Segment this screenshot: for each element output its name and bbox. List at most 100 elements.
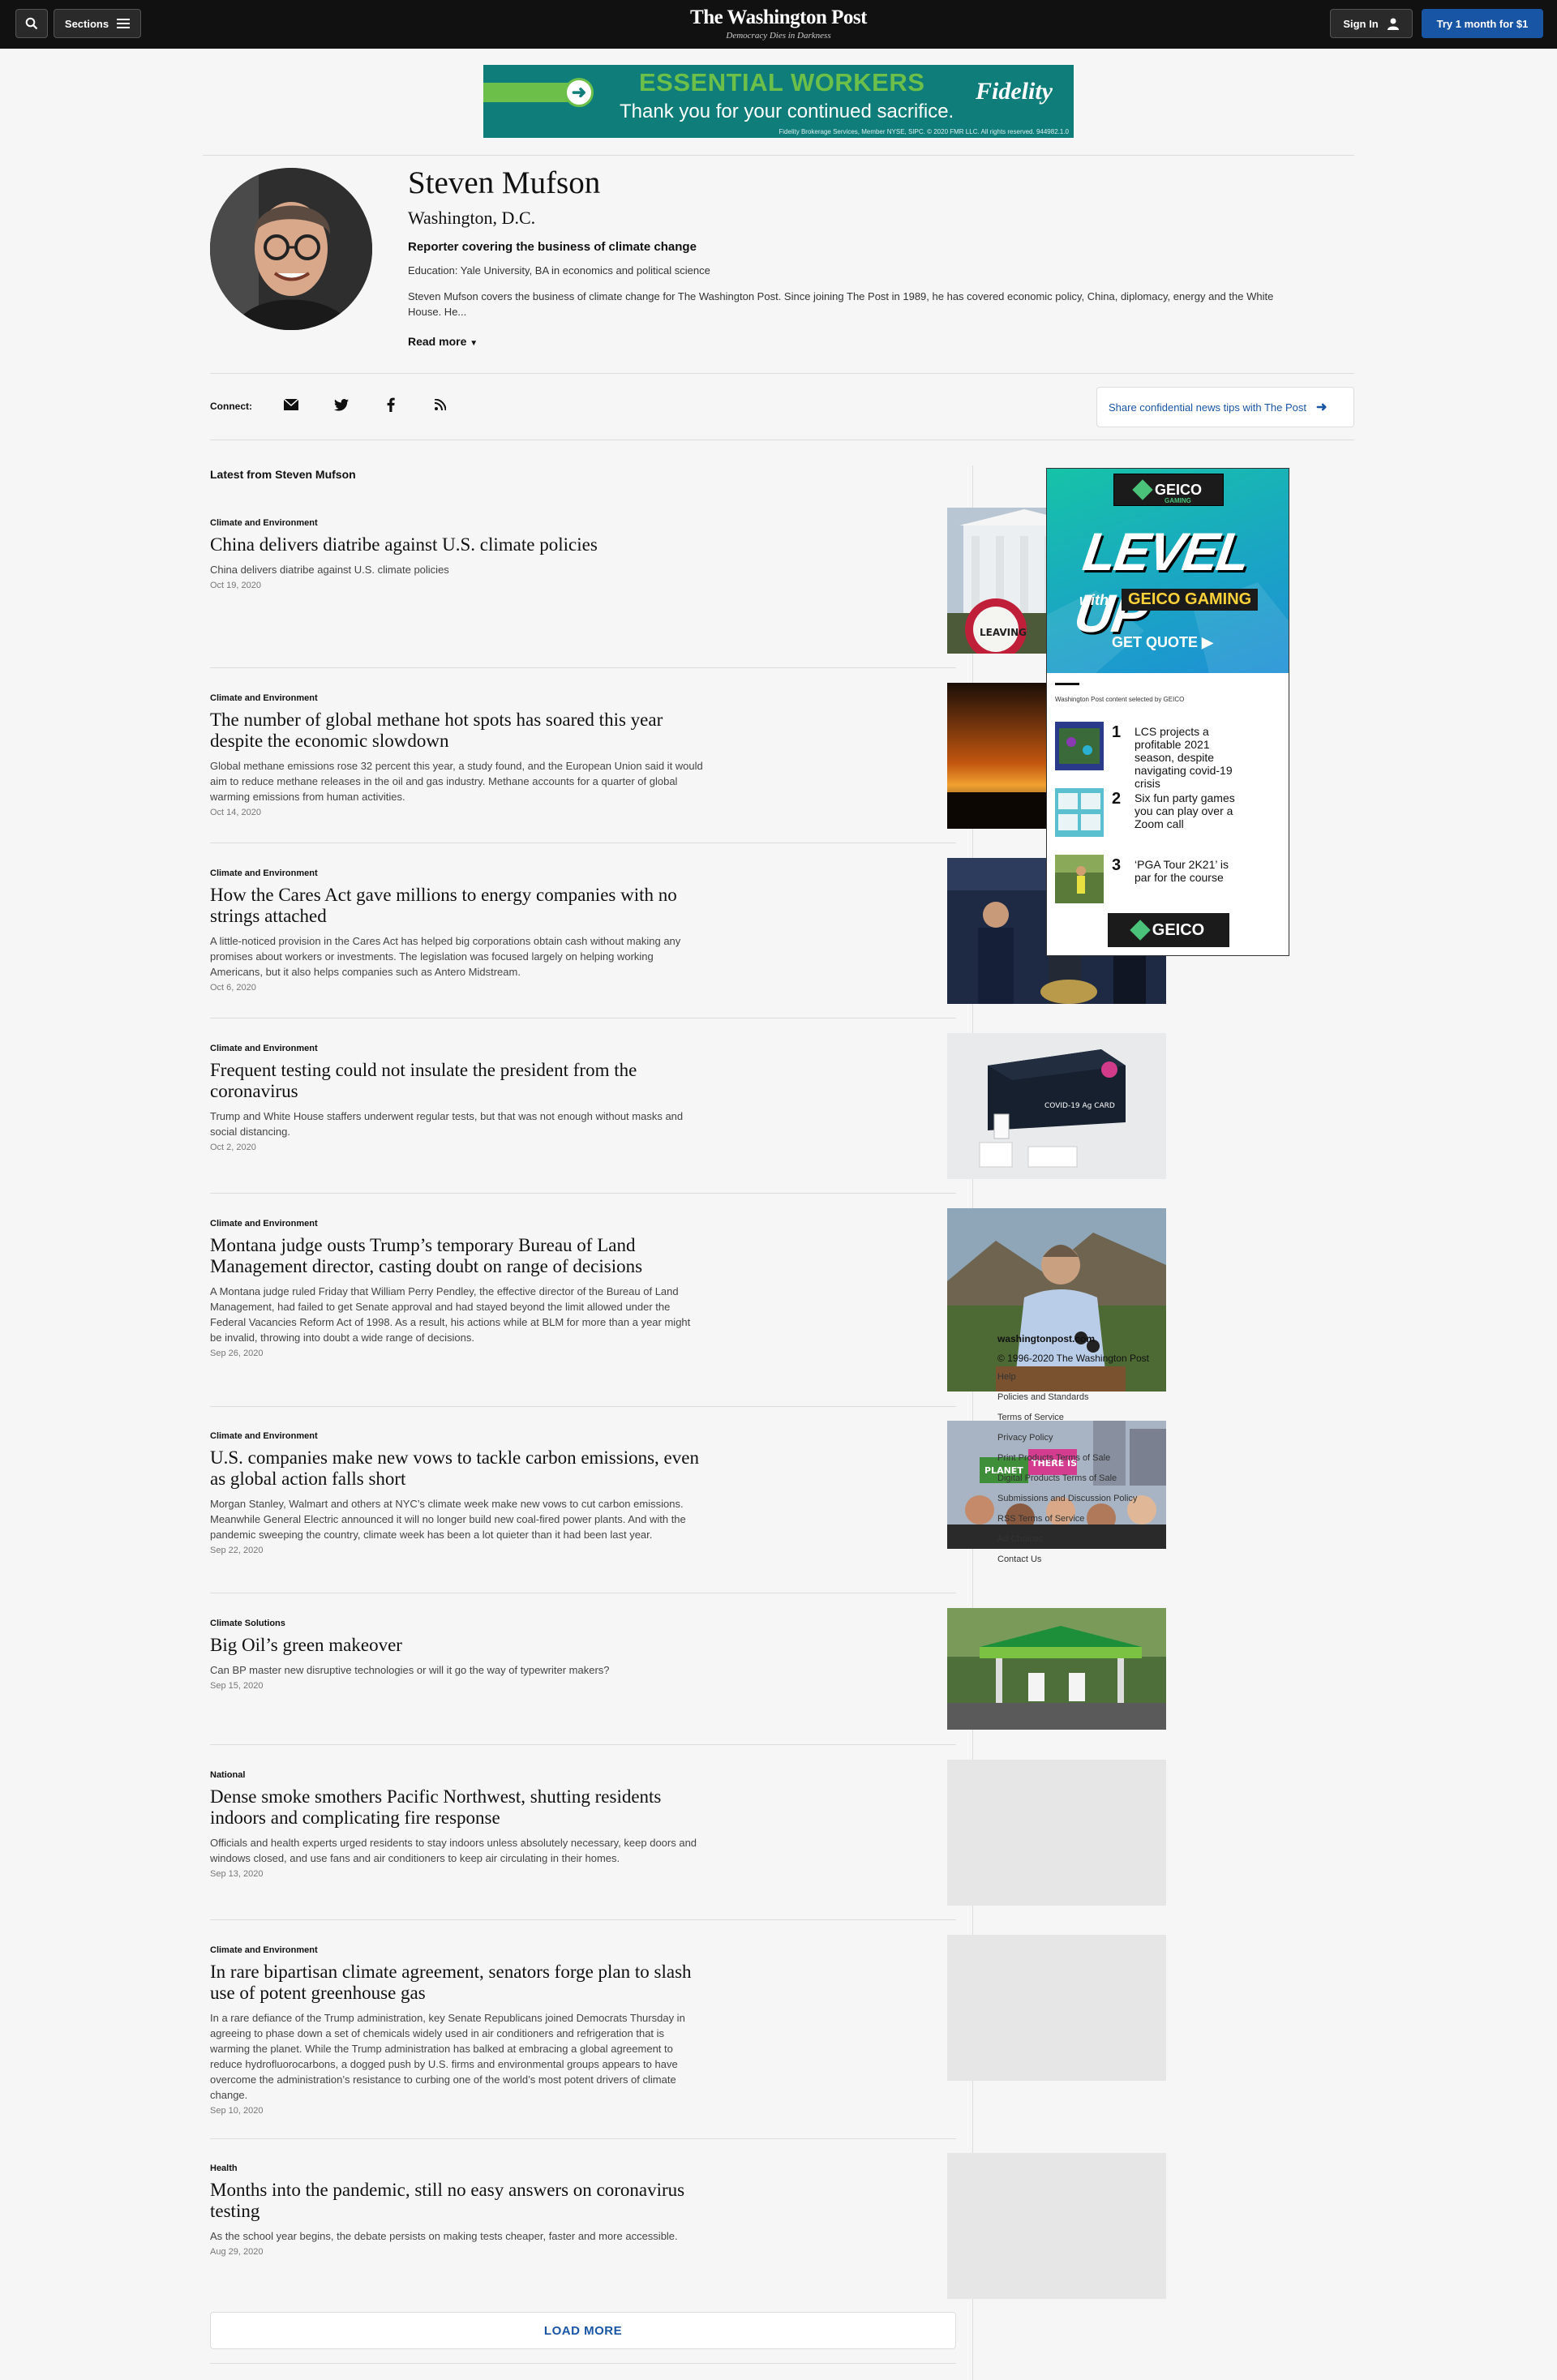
svg-text:LEAVING: LEAVING xyxy=(980,627,1027,638)
article-item[interactable]: Climate and Environment Montana judge ou… xyxy=(210,1208,1166,1392)
twitter-icon[interactable] xyxy=(332,396,350,414)
article-image[interactable] xyxy=(947,1608,1166,1730)
article-title[interactable]: Frequent testing could not insulate the … xyxy=(210,1060,713,1102)
footer-link-digital-terms[interactable]: Digital Products Terms of Sale xyxy=(997,1473,1149,1494)
arrow-right-icon: ➜ xyxy=(564,78,594,107)
ad-list-item[interactable]: 2 Six fun party games you can play over … xyxy=(1055,788,1282,838)
article-title[interactable]: Montana judge ousts Trump’s temporary Bu… xyxy=(210,1235,713,1277)
article-date: Sep 10, 2020 xyxy=(210,2106,264,2116)
sign-in-button[interactable]: Sign In xyxy=(1330,9,1413,38)
article-item[interactable]: Climate Solutions Big Oil’s green makeov… xyxy=(210,1608,1166,1730)
article-date: Sep 13, 2020 xyxy=(210,1869,264,1879)
article-kicker[interactable]: Health xyxy=(210,2163,956,2173)
ad-fine-print: Fidelity Brokerage Services, Member NYSE… xyxy=(778,128,1069,135)
article-image[interactable]: COVID-19 Ag CARD xyxy=(947,1033,1166,1179)
news-tips-button[interactable]: Share confidential news tips with The Po… xyxy=(1096,387,1354,427)
footer-link-privacy[interactable]: Privacy Policy xyxy=(997,1433,1149,1453)
footer-links: washingtonpost.com © 1996-2020 The Washi… xyxy=(997,1333,1149,1575)
footer-link-contact[interactable]: Contact Us xyxy=(997,1555,1149,1575)
article-item[interactable]: National Dense smoke smothers Pacific No… xyxy=(210,1760,1166,1906)
article-item[interactable]: Climate and Environment How the Cares Ac… xyxy=(210,858,1166,1004)
article-kicker[interactable]: National xyxy=(210,1770,956,1780)
article-image-placeholder[interactable] xyxy=(947,2153,1166,2299)
article-title[interactable]: Dense smoke smothers Pacific Northwest, … xyxy=(210,1786,713,1829)
geico-diamond-icon xyxy=(1132,479,1153,500)
article-kicker[interactable]: Climate and Environment xyxy=(210,1044,956,1053)
author-bio: Steven Mufson covers the business of cli… xyxy=(408,290,1274,318)
ad-list-item[interactable]: 1 LCS projects a profitable 2021 season,… xyxy=(1055,722,1282,790)
article-item[interactable]: Health Months into the pandemic, still n… xyxy=(210,2153,1166,2299)
ad-item-text[interactable]: ‘PGA Tour 2K21’ is par for the course xyxy=(1135,858,1240,884)
arrow-right-icon: ➜ xyxy=(1316,401,1328,414)
footer-link-policies[interactable]: Policies and Standards xyxy=(997,1392,1149,1413)
top-banner-ad[interactable]: ➜ ESSENTIAL WORKERS Thank you for your c… xyxy=(483,65,1074,138)
article-kicker[interactable]: Climate and Environment xyxy=(210,1945,956,1955)
article-item[interactable]: Climate and Environment Frequent testing… xyxy=(210,1033,1166,1179)
article-blurb: China delivers diatribe against U.S. cli… xyxy=(210,564,449,576)
masthead[interactable]: The Washington Post Democracy Dies in Da… xyxy=(616,6,941,41)
footer-site[interactable]: washingtonpost.com xyxy=(997,1333,1149,1344)
get-quote-button[interactable]: GET QUOTE ▶ xyxy=(1112,634,1213,651)
site-tagline: Democracy Dies in Darkness xyxy=(726,31,831,41)
ad-brand: GEICO xyxy=(1154,481,1202,498)
article-kicker[interactable]: Climate Solutions xyxy=(210,1619,956,1628)
article-item[interactable]: Climate and Environment China delivers d… xyxy=(210,508,1166,654)
facebook-icon[interactable] xyxy=(382,396,400,414)
article-kicker[interactable]: Climate and Environment xyxy=(210,1219,956,1229)
play-arrow-icon: ▶ xyxy=(1202,634,1213,650)
geico-diamond-icon xyxy=(1130,920,1151,941)
article-blurb: Morgan Stanley, Walmart and others at NY… xyxy=(210,1498,686,1541)
article-title[interactable]: How the Cares Act gave millions to energ… xyxy=(210,885,713,927)
footer-link-rss-terms[interactable]: RSS Terms of Service xyxy=(997,1514,1149,1534)
svg-text:COVID-19 Ag CARD: COVID-19 Ag CARD xyxy=(1044,1102,1115,1110)
author-education: Education: Yale University, BA in econom… xyxy=(408,264,710,277)
footer-link-ad-choices[interactable]: Ad Choices xyxy=(997,1534,1149,1555)
divider xyxy=(210,1193,956,1194)
footer-copyright: © 1996-2020 The Washington Post xyxy=(997,1353,1149,1364)
ad-subhead: GEICO GAMING xyxy=(1122,589,1259,611)
search-button[interactable] xyxy=(15,9,48,38)
article-kicker[interactable]: Climate and Environment xyxy=(210,1431,956,1441)
article-title[interactable]: U.S. companies make new vows to tackle c… xyxy=(210,1447,713,1490)
ad-brand-sub: GAMING xyxy=(1165,497,1191,504)
footer-link-terms[interactable]: Terms of Service xyxy=(997,1413,1149,1433)
article-image-placeholder[interactable] xyxy=(947,1760,1166,1906)
side-ad[interactable]: GEICO GAMING LEVEL UP with GEICO GAMING … xyxy=(1046,468,1289,956)
article-image-placeholder[interactable] xyxy=(947,1935,1166,2081)
article-title[interactable]: Months into the pandemic, still no easy … xyxy=(210,2180,713,2222)
author-name: Steven Mufson xyxy=(408,165,601,200)
ad-item-text[interactable]: Six fun party games you can play over a … xyxy=(1135,791,1240,830)
load-more-button[interactable]: LOAD MORE xyxy=(210,2312,956,2349)
subscribe-button[interactable]: Try 1 month for $1 xyxy=(1422,9,1543,38)
divider xyxy=(210,1919,956,1920)
author-location: Washington, D.C. xyxy=(408,208,536,228)
sections-menu-button[interactable]: Sections xyxy=(54,9,141,38)
article-date: Aug 29, 2020 xyxy=(210,2247,264,2257)
ad-list-item[interactable]: 3 ‘PGA Tour 2K21’ is par for the course xyxy=(1055,855,1282,905)
article-kicker[interactable]: Climate and Environment xyxy=(210,693,956,703)
footer-link-submissions[interactable]: Submissions and Discussion Policy xyxy=(997,1494,1149,1514)
article-blurb: In a rare defiance of the Trump administ… xyxy=(210,2012,685,2101)
ad-item-number: 1 xyxy=(1112,723,1122,741)
article-title[interactable]: The number of global methane hot spots h… xyxy=(210,710,713,752)
article-title[interactable]: China delivers diatribe against U.S. cli… xyxy=(210,534,713,555)
article-date: Oct 6, 2020 xyxy=(210,983,256,993)
article-date: Sep 15, 2020 xyxy=(210,1681,264,1691)
site-logo[interactable]: The Washington Post xyxy=(616,6,941,29)
rss-icon[interactable] xyxy=(431,396,449,414)
article-item[interactable]: Climate and Environment U.S. companies m… xyxy=(210,1421,1166,1555)
get-quote-label: GET QUOTE xyxy=(1112,634,1199,650)
article-title[interactable]: In rare bipartisan climate agreement, se… xyxy=(210,1962,713,2004)
footer-link-help[interactable]: Help xyxy=(997,1372,1149,1392)
email-icon[interactable] xyxy=(282,396,300,414)
article-title[interactable]: Big Oil’s green makeover xyxy=(210,1635,713,1656)
ad-item-text[interactable]: LCS projects a profitable 2021 season, d… xyxy=(1135,725,1240,790)
article-item[interactable]: Climate and Environment In rare bipartis… xyxy=(210,1935,1166,2116)
article-kicker[interactable]: Climate and Environment xyxy=(210,518,956,528)
article-kicker[interactable]: Climate and Environment xyxy=(210,868,956,878)
divider xyxy=(210,667,956,668)
ad-hero[interactable]: GEICO GAMING LEVEL UP with GEICO GAMING … xyxy=(1047,469,1289,673)
read-more-button[interactable]: Read more ▼ xyxy=(408,335,478,348)
footer-link-print-terms[interactable]: Print Products Terms of Sale xyxy=(997,1453,1149,1473)
article-item[interactable]: Climate and Environment The number of gl… xyxy=(210,683,1166,829)
